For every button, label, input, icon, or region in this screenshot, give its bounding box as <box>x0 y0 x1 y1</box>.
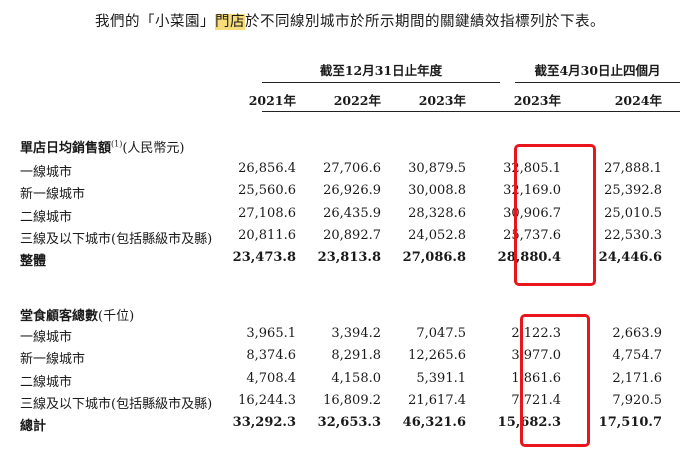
value-2022: 16,809.2 <box>323 392 381 408</box>
value-2023: 30,008.8 <box>408 183 466 199</box>
section-dine-in-label: 堂食顧客總數 <box>20 309 99 324</box>
intro-text-before: 我們的「小菜園」 <box>95 14 215 30</box>
row-label: 一線城市 <box>20 330 73 345</box>
row-label: 一線城市 <box>20 165 73 180</box>
header-year-2021: 2021年 <box>248 93 296 108</box>
value-2023: 21,617.4 <box>408 392 466 408</box>
value-2021: 33,292.3 <box>232 415 296 431</box>
value-2023: 27,086.8 <box>402 250 466 266</box>
section-daily-sales-unit: (人民幣元) <box>122 141 185 156</box>
row-label: 整體 <box>20 254 47 270</box>
dine-in-row: 一線城市 3,965.1 3,394.2 7,047.5 2,122.3 2,663.9 <box>0 326 700 348</box>
header-year-2023-interim: 2023年 <box>513 93 561 108</box>
value-2023: 7,047.5 <box>416 326 466 341</box>
row-label: 總計 <box>20 419 47 435</box>
value-2024-interim: 2,171.6 <box>612 370 662 386</box>
value-2022: 3,394.2 <box>331 326 381 341</box>
value-2024-interim: 17,510.7 <box>598 415 662 431</box>
highlight-box-daily-sales <box>514 144 596 286</box>
header-group-year-end-rule <box>262 82 500 83</box>
value-2024-interim: 2,663.9 <box>612 326 662 341</box>
row-label: 新一線城市 <box>20 352 86 368</box>
value-2021: 20,811.6 <box>238 227 296 243</box>
value-2021: 16,244.3 <box>238 392 296 408</box>
section-daily-sales-footnote: (1) <box>111 139 123 149</box>
row-label: 二線城市 <box>20 374 73 390</box>
value-2023: 12,265.6 <box>408 348 466 364</box>
header-group-four-months: 截至4月30日止四個月 <box>534 63 661 78</box>
value-2023: 28,328.6 <box>408 205 466 221</box>
section-daily-sales-label: 單店日均銷售額 <box>20 141 112 156</box>
header-group-year-end: 截至12月31日止年度 <box>319 63 443 78</box>
value-2023: 46,321.6 <box>402 415 466 431</box>
value-2022: 20,892.7 <box>323 227 381 243</box>
section-daily-sales-title: 單店日均銷售額(1)(人民幣元) <box>20 137 185 156</box>
header-group-four-months-rule <box>515 82 680 83</box>
header-year-2024-interim: 2024年 <box>614 93 662 108</box>
header-bottom-rule <box>262 111 680 112</box>
value-2022: 23,813.8 <box>317 250 381 266</box>
value-2022: 4,158.0 <box>331 370 381 386</box>
dine-in-total-row: 總計 33,292.3 32,653.3 46,321.6 15,682.3 17,510… <box>0 415 700 437</box>
dine-in-row: 二線城市 4,708.4 4,158.0 5,391.1 1,861.6 2,171.6 <box>0 371 700 393</box>
value-2021: 4,708.4 <box>246 370 296 386</box>
value-2022: 8,291.8 <box>331 348 381 364</box>
section-dine-in-title: 堂食顧客總數(千位) <box>20 305 134 324</box>
header-year-2023: 2023年 <box>418 93 466 108</box>
row-label: 二線城市 <box>20 209 73 225</box>
intro-highlight: 門店 <box>215 14 245 30</box>
dine-in-row: 新一線城市 8,374.6 8,291.8 12,265.6 3,977.0 4,754.… <box>0 348 700 370</box>
value-2024-interim: 4,754.7 <box>612 348 662 364</box>
intro-text-after: 於不同線別城市於所示期間的關鍵績效指標列於下表。 <box>245 14 605 30</box>
value-2021: 23,473.8 <box>232 250 296 266</box>
section-dine-in-unit: (千位) <box>98 309 135 324</box>
value-2021: 8,374.6 <box>246 348 296 364</box>
value-2022: 26,926.9 <box>323 183 381 199</box>
value-2023: 5,391.1 <box>416 370 466 386</box>
header-year-2022: 2022年 <box>333 93 381 108</box>
value-2022: 26,435.9 <box>323 205 381 221</box>
value-2021: 26,856.4 <box>238 161 296 176</box>
value-2021: 3,965.1 <box>246 326 296 341</box>
value-2022: 27,706.6 <box>323 161 381 176</box>
highlight-box-dine-in <box>520 314 590 447</box>
row-label: 三線及以下城市(包括縣級市及縣) <box>20 231 213 247</box>
intro-sentence: 我們的「小菜園」門店於不同線別城市於所示期間的關鍵績效指標列於下表。 <box>0 10 700 31</box>
dine-in-row: 三線及以下城市(包括縣級市及縣) 16,244.3 16,809.2 21,617.4… <box>0 393 700 415</box>
value-2022: 32,653.3 <box>317 415 381 431</box>
value-2024-interim: 7,920.5 <box>612 392 662 408</box>
value-2021: 25,560.6 <box>238 183 296 199</box>
value-2023: 24,052.8 <box>408 227 466 243</box>
value-2023: 30,879.5 <box>408 161 466 176</box>
row-label: 新一線城市 <box>20 187 86 203</box>
row-label: 三線及以下城市(包括縣級市及縣) <box>20 396 213 412</box>
value-2021: 27,108.6 <box>238 205 296 221</box>
